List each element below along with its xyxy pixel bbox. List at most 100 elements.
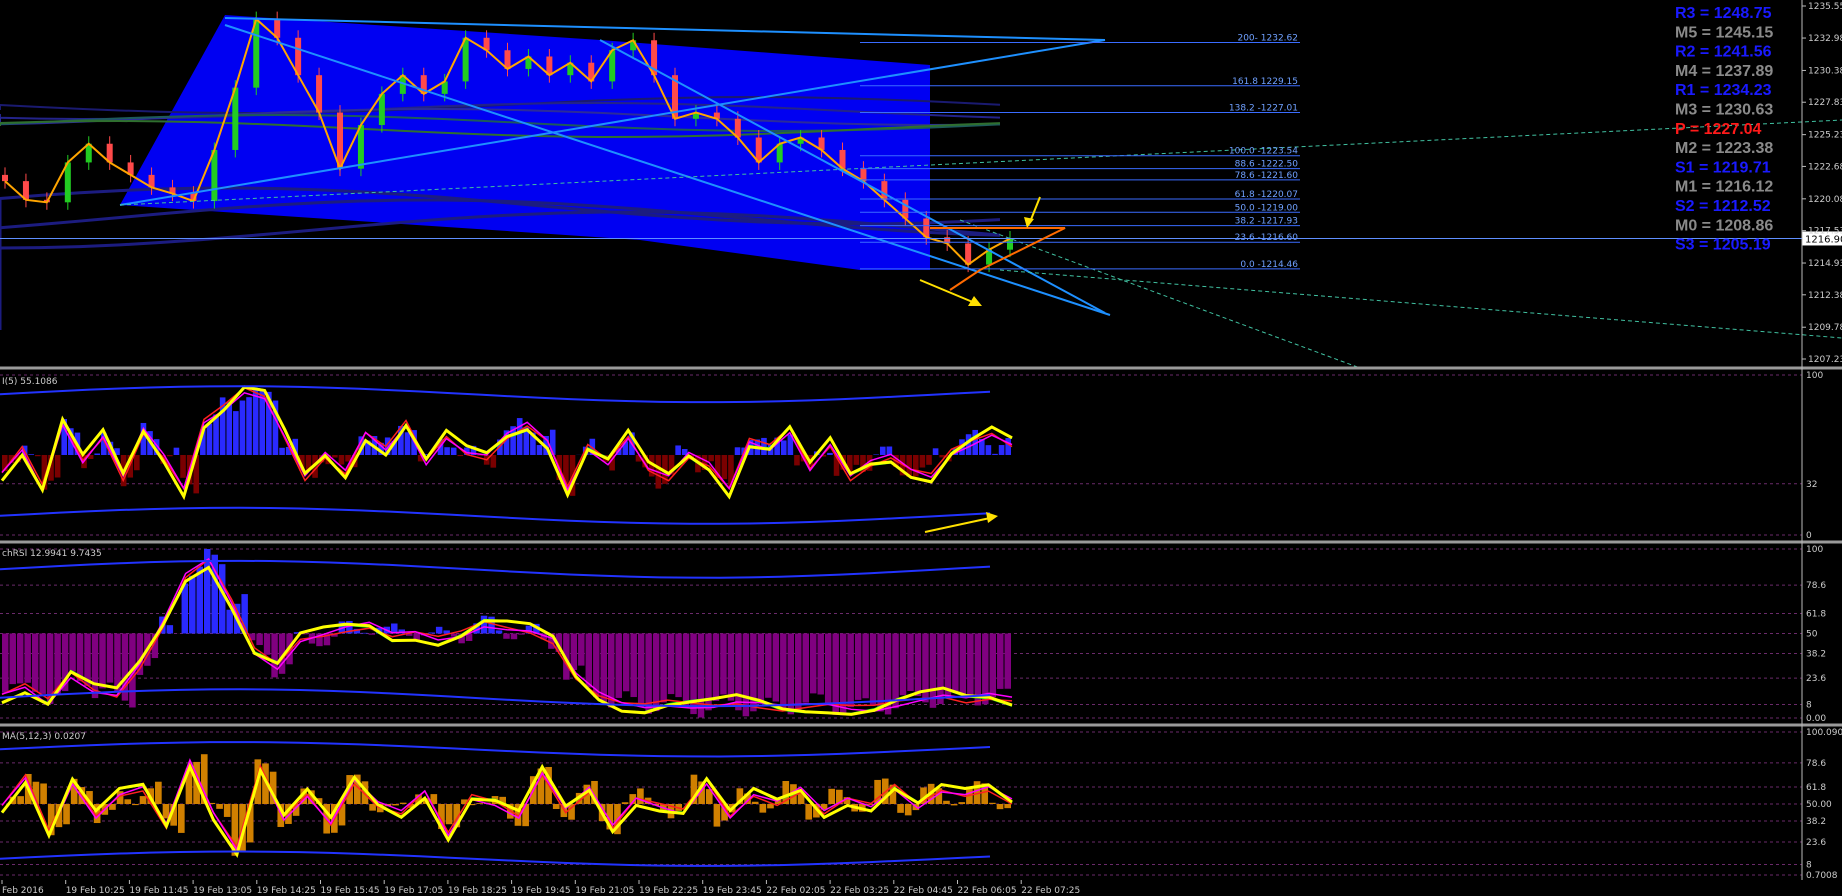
- fibonacci-label: 161.8 1229.15: [1232, 77, 1298, 87]
- time-tick-label: 19 Feb 15:45: [321, 886, 380, 896]
- osc-histogram-bar: [189, 575, 196, 634]
- osc-histogram-bar: [621, 802, 629, 804]
- osc-histogram-bar: [177, 804, 185, 833]
- pivot-level-label: R1 = 1234.23: [1675, 82, 1772, 99]
- candle-body: [2, 174, 8, 182]
- arrow-yellow: [1029, 196, 1041, 223]
- osc-histogram-bar: [392, 804, 399, 806]
- osc-histogram-bar: [279, 447, 285, 455]
- osc-histogram-bar: [246, 397, 252, 455]
- time-tick-label: 19 Feb 18:25: [448, 886, 507, 896]
- osc2-label: chRSI 12.9941 9.7435: [2, 549, 102, 559]
- osc-tick-label: 78.6: [1806, 581, 1826, 591]
- osc-histogram-bar: [926, 455, 932, 465]
- osc3-label: MA(5,12,3) 0.0207: [2, 732, 86, 742]
- osc-histogram-bar: [904, 804, 912, 816]
- osc-tick-label: 78.6: [1806, 759, 1826, 769]
- osc-histogram-bar: [998, 445, 1005, 455]
- osc-histogram-bar: [675, 633, 682, 698]
- fibonacci-label: 50.0 -1219.00: [1235, 203, 1299, 213]
- osc-histogram-bar: [869, 633, 877, 706]
- osc-tick-label: 23.6: [1806, 674, 1826, 684]
- fibonacci-label: 78.6 -1221.60: [1235, 171, 1299, 181]
- osc-histogram-bar: [727, 633, 735, 701]
- osc-histogram-bar: [765, 633, 772, 698]
- osc-histogram-bar: [54, 455, 61, 478]
- osc-histogram-bar: [751, 801, 759, 804]
- osc-histogram-bar: [1005, 438, 1011, 455]
- osc-histogram-bar: [223, 804, 231, 817]
- osc-histogram-bar: [824, 633, 832, 704]
- osc-histogram-bar: [518, 633, 525, 635]
- osc-histogram-bar: [630, 633, 637, 698]
- pivot-level-label: S2 = 1212.52: [1675, 198, 1771, 215]
- osc-histogram-bar: [503, 633, 510, 639]
- osc-histogram-bar: [919, 455, 926, 468]
- osc-histogram-bar: [907, 633, 914, 691]
- time-tick-label: 22 Feb 06:05: [958, 886, 1017, 896]
- arrow-yellow-head: [1024, 217, 1034, 228]
- osc-histogram-bar: [181, 583, 189, 634]
- osc-histogram-bar: [985, 445, 992, 455]
- osc-histogram-bar: [167, 455, 173, 457]
- pivot-level-label: M5 = 1245.15: [1675, 24, 1773, 41]
- osc-histogram-bar: [516, 418, 523, 455]
- osc-histogram-bar: [943, 800, 950, 804]
- osc-histogram-bar: [802, 633, 809, 703]
- osc-histogram-bar: [31, 633, 39, 692]
- osc-histogram-bar: [369, 804, 376, 811]
- osc1-label: I(5) 55.1086: [2, 377, 58, 387]
- trendline: [999, 269, 1842, 339]
- osc-histogram-bar: [827, 452, 833, 455]
- osc-histogram-bar: [879, 446, 886, 455]
- osc-histogram-bar: [39, 633, 46, 694]
- osc-histogram-bar: [937, 633, 944, 704]
- time-tick-label: 19 Feb 23:45: [703, 886, 762, 896]
- osc-arrow: [924, 517, 991, 533]
- price-tick-label: 1217.53: [1808, 227, 1842, 237]
- osc-histogram-bar: [585, 633, 593, 688]
- osc-histogram-bar: [226, 401, 233, 455]
- pivot-level-label: M2 = 1223.38: [1675, 140, 1773, 157]
- osc-histogram-bar: [652, 633, 660, 712]
- fibonacci-label: 38.2 -1217.93: [1235, 217, 1298, 227]
- osc-histogram-bar: [271, 633, 278, 678]
- fibonacci-label: 100.0 -1223.54: [1229, 147, 1298, 157]
- fibonacci-label: 88.6 -1222.50: [1235, 160, 1299, 170]
- osc-histogram-bar: [615, 633, 622, 698]
- pivot-level-label: S3 = 1205.19: [1675, 237, 1771, 254]
- osc-histogram-bar: [239, 400, 246, 455]
- osc-histogram-bar: [660, 633, 667, 703]
- osc-arrow-head: [986, 512, 998, 523]
- fibonacci-label: 200- 1232.62: [1237, 34, 1298, 44]
- osc-histogram-bar: [399, 802, 407, 804]
- osc-tick-label: 38.2: [1806, 817, 1826, 827]
- price-tick-label: 1220.08: [1808, 195, 1842, 205]
- price-tick-label: 1227.83: [1808, 98, 1842, 108]
- osc-histogram-bar: [622, 633, 630, 692]
- osc-histogram-bar: [873, 454, 879, 455]
- time-tick-label: Feb 2016: [2, 886, 44, 896]
- osc-histogram-bar: [989, 633, 997, 698]
- osc-histogram-bar: [450, 447, 457, 455]
- osc-band-line: [0, 506, 991, 525]
- price-tick-label: 1207.23: [1808, 355, 1842, 365]
- osc-histogram-bar: [713, 804, 721, 827]
- osc-histogram-bar: [996, 804, 1004, 810]
- osc-histogram-bar: [932, 448, 939, 455]
- osc-histogram-bar: [780, 440, 787, 455]
- osc-tick-label: 32: [1806, 480, 1817, 490]
- time-tick-label: 19 Feb 22:25: [639, 886, 698, 896]
- osc-histogram-bar: [1004, 804, 1011, 809]
- osc-histogram-bar: [637, 788, 644, 804]
- pivot-level-label: R2 = 1241.56: [1675, 44, 1772, 61]
- osc-tick-label: 100.0907: [1806, 728, 1842, 738]
- osc-tick-label: 38.2: [1806, 649, 1826, 659]
- time-tick-label: 19 Feb 13:05: [193, 886, 252, 896]
- time-tick-label: 19 Feb 21:05: [575, 886, 634, 896]
- osc-histogram-bar: [216, 804, 223, 809]
- pivot-level-label: P = 1227.04: [1675, 121, 1762, 138]
- osc-tick-label: 100: [1806, 545, 1823, 555]
- osc-histogram-bar: [897, 804, 904, 813]
- osc-histogram-bar: [69, 633, 76, 672]
